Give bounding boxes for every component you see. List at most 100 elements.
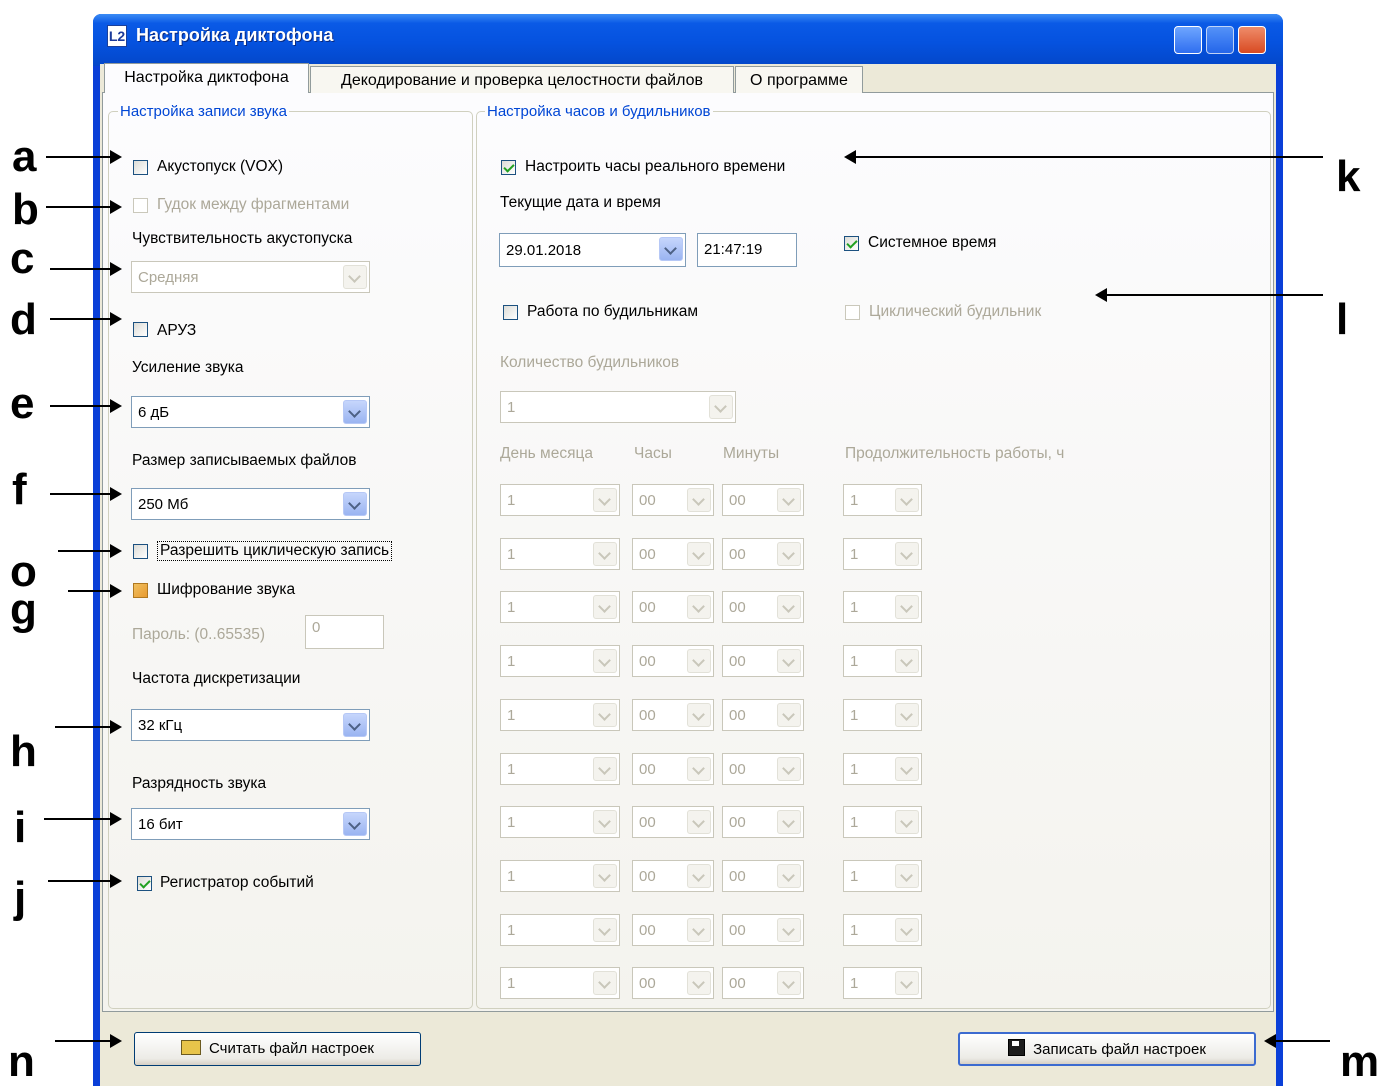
- samplerate-combo[interactable]: 32 кГц: [131, 709, 370, 741]
- gain-combo[interactable]: 6 дБ: [131, 396, 370, 428]
- alarm-minutes-value: 00: [729, 761, 746, 778]
- alarm-hours-combo[interactable]: 00: [632, 645, 714, 677]
- alarm-count-combo[interactable]: 1: [500, 391, 736, 423]
- alarm-minutes-combo[interactable]: 00: [722, 591, 804, 623]
- alarm-hours-combo[interactable]: 00: [632, 806, 714, 838]
- chevron-down-icon: [687, 703, 711, 727]
- alarm-duration-combo[interactable]: 1: [843, 806, 922, 838]
- chevron-down-icon: [895, 757, 919, 781]
- alarm-day-combo[interactable]: 1: [500, 591, 620, 623]
- filesize-label: Размер записываемых файлов: [132, 452, 357, 469]
- alarm-duration-value: 1: [850, 868, 859, 885]
- alarm-hours-combo[interactable]: 00: [632, 967, 714, 999]
- alarm-duration-value: 1: [850, 707, 859, 724]
- alarm-hours-combo[interactable]: 00: [632, 753, 714, 785]
- gain-label: Усиление звука: [132, 359, 244, 376]
- annotation-arrow-c: [50, 262, 122, 276]
- alarm-day-combo[interactable]: 1: [500, 806, 620, 838]
- alarm-hours-combo[interactable]: 00: [632, 914, 714, 946]
- filesize-value: 250 Мб: [138, 496, 189, 513]
- alarm-minutes-combo[interactable]: 00: [722, 914, 804, 946]
- alarm-duration-combo[interactable]: 1: [843, 753, 922, 785]
- eventlog-checkbox[interactable]: [137, 876, 152, 891]
- chevron-down-icon: [777, 757, 801, 781]
- encrypt-checkbox[interactable]: [133, 583, 148, 598]
- systime-checkbox[interactable]: [844, 236, 859, 251]
- chevron-down-icon: [895, 488, 919, 512]
- read-settings-button[interactable]: Считать файл настроек: [134, 1032, 421, 1066]
- datetime-label: Текущие дата и время: [500, 194, 661, 211]
- annotation-d: d: [10, 295, 37, 344]
- rtc-checkbox[interactable]: [501, 160, 516, 175]
- annotation-arrow-g: [68, 584, 122, 598]
- beep-checkbox[interactable]: [133, 198, 148, 213]
- date-value: 29.01.2018: [506, 242, 582, 259]
- tab-decoding[interactable]: Декодирование и проверка целостности фай…: [310, 66, 734, 93]
- alarm-day-combo[interactable]: 1: [500, 699, 620, 731]
- date-picker[interactable]: 29.01.2018: [499, 233, 686, 267]
- alarm-minutes-value: 00: [729, 653, 746, 670]
- alarm-minutes-combo[interactable]: 00: [722, 806, 804, 838]
- chevron-down-icon: [593, 703, 617, 727]
- annotation-m: m: [1340, 1037, 1380, 1086]
- alarm-day-combo[interactable]: 1: [500, 753, 620, 785]
- alarm-minutes-combo[interactable]: 00: [722, 860, 804, 892]
- vox-checkbox[interactable]: [133, 160, 148, 175]
- alarm-duration-combo[interactable]: 1: [843, 914, 922, 946]
- alarm-minutes-combo[interactable]: 00: [722, 967, 804, 999]
- alarm-day-combo[interactable]: 1: [500, 860, 620, 892]
- maximize-button[interactable]: [1206, 26, 1234, 54]
- agc-checkbox[interactable]: [133, 322, 148, 337]
- alarm-count-value: 1: [507, 399, 516, 416]
- alarm-hours-value: 00: [639, 599, 656, 616]
- annotation-arrow-b: [46, 200, 122, 214]
- annotation-arrow-f: [50, 487, 122, 501]
- alarm-duration-value: 1: [850, 922, 859, 939]
- sensitivity-value: Средняя: [138, 269, 199, 286]
- cyclic-record-checkbox[interactable]: [133, 544, 148, 559]
- minimize-button[interactable]: [1174, 26, 1202, 54]
- write-settings-button[interactable]: Записать файл настроек: [958, 1032, 1256, 1066]
- time-input[interactable]: 21:47:19: [697, 233, 797, 267]
- chevron-down-icon: [895, 864, 919, 888]
- alarm-duration-combo[interactable]: 1: [843, 967, 922, 999]
- cyclic-alarm-checkbox[interactable]: [845, 305, 860, 320]
- chevron-down-icon: [895, 918, 919, 942]
- alarm-day-combo[interactable]: 1: [500, 645, 620, 677]
- tab-about[interactable]: О программе: [735, 66, 863, 93]
- alarm-duration-combo[interactable]: 1: [843, 860, 922, 892]
- tab-recorder-settings[interactable]: Настройка диктофона: [104, 63, 309, 93]
- alarm-duration-combo[interactable]: 1: [843, 699, 922, 731]
- annotation-k: k: [1336, 152, 1361, 201]
- alarm-duration-combo[interactable]: 1: [843, 484, 922, 516]
- alarm-minutes-combo[interactable]: 00: [722, 538, 804, 570]
- alarm-hours-value: 00: [639, 868, 656, 885]
- annotation-a: a: [12, 132, 37, 181]
- alarm-day-combo[interactable]: 1: [500, 538, 620, 570]
- password-input[interactable]: 0: [305, 615, 384, 649]
- alarm-day-value: 1: [507, 868, 516, 885]
- alarm-hours-combo[interactable]: 00: [632, 484, 714, 516]
- alarm-minutes-combo[interactable]: 00: [722, 753, 804, 785]
- alarm-day-combo[interactable]: 1: [500, 967, 620, 999]
- alarm-duration-combo[interactable]: 1: [843, 591, 922, 623]
- alarm-minutes-value: 00: [729, 599, 746, 616]
- close-button[interactable]: [1238, 26, 1266, 54]
- sensitivity-combo[interactable]: Средняя: [131, 261, 370, 293]
- alarm-day-combo[interactable]: 1: [500, 914, 620, 946]
- alarm-duration-combo[interactable]: 1: [843, 538, 922, 570]
- alarm-hours-combo[interactable]: 00: [632, 538, 714, 570]
- alarm-duration-combo[interactable]: 1: [843, 645, 922, 677]
- alarm-hours-combo[interactable]: 00: [632, 699, 714, 731]
- alarm-minutes-combo[interactable]: 00: [722, 699, 804, 731]
- alarm-minutes-combo[interactable]: 00: [722, 645, 804, 677]
- cyclic-alarm-label: Циклический будильник: [869, 303, 1042, 320]
- alarm-day-value: 1: [507, 975, 516, 992]
- alarm-minutes-combo[interactable]: 00: [722, 484, 804, 516]
- alarm-hours-combo[interactable]: 00: [632, 860, 714, 892]
- alarms-checkbox[interactable]: [503, 305, 518, 320]
- alarm-hours-combo[interactable]: 00: [632, 591, 714, 623]
- filesize-combo[interactable]: 250 Мб: [131, 488, 370, 520]
- bitdepth-combo[interactable]: 16 бит: [131, 808, 370, 840]
- alarm-day-combo[interactable]: 1: [500, 484, 620, 516]
